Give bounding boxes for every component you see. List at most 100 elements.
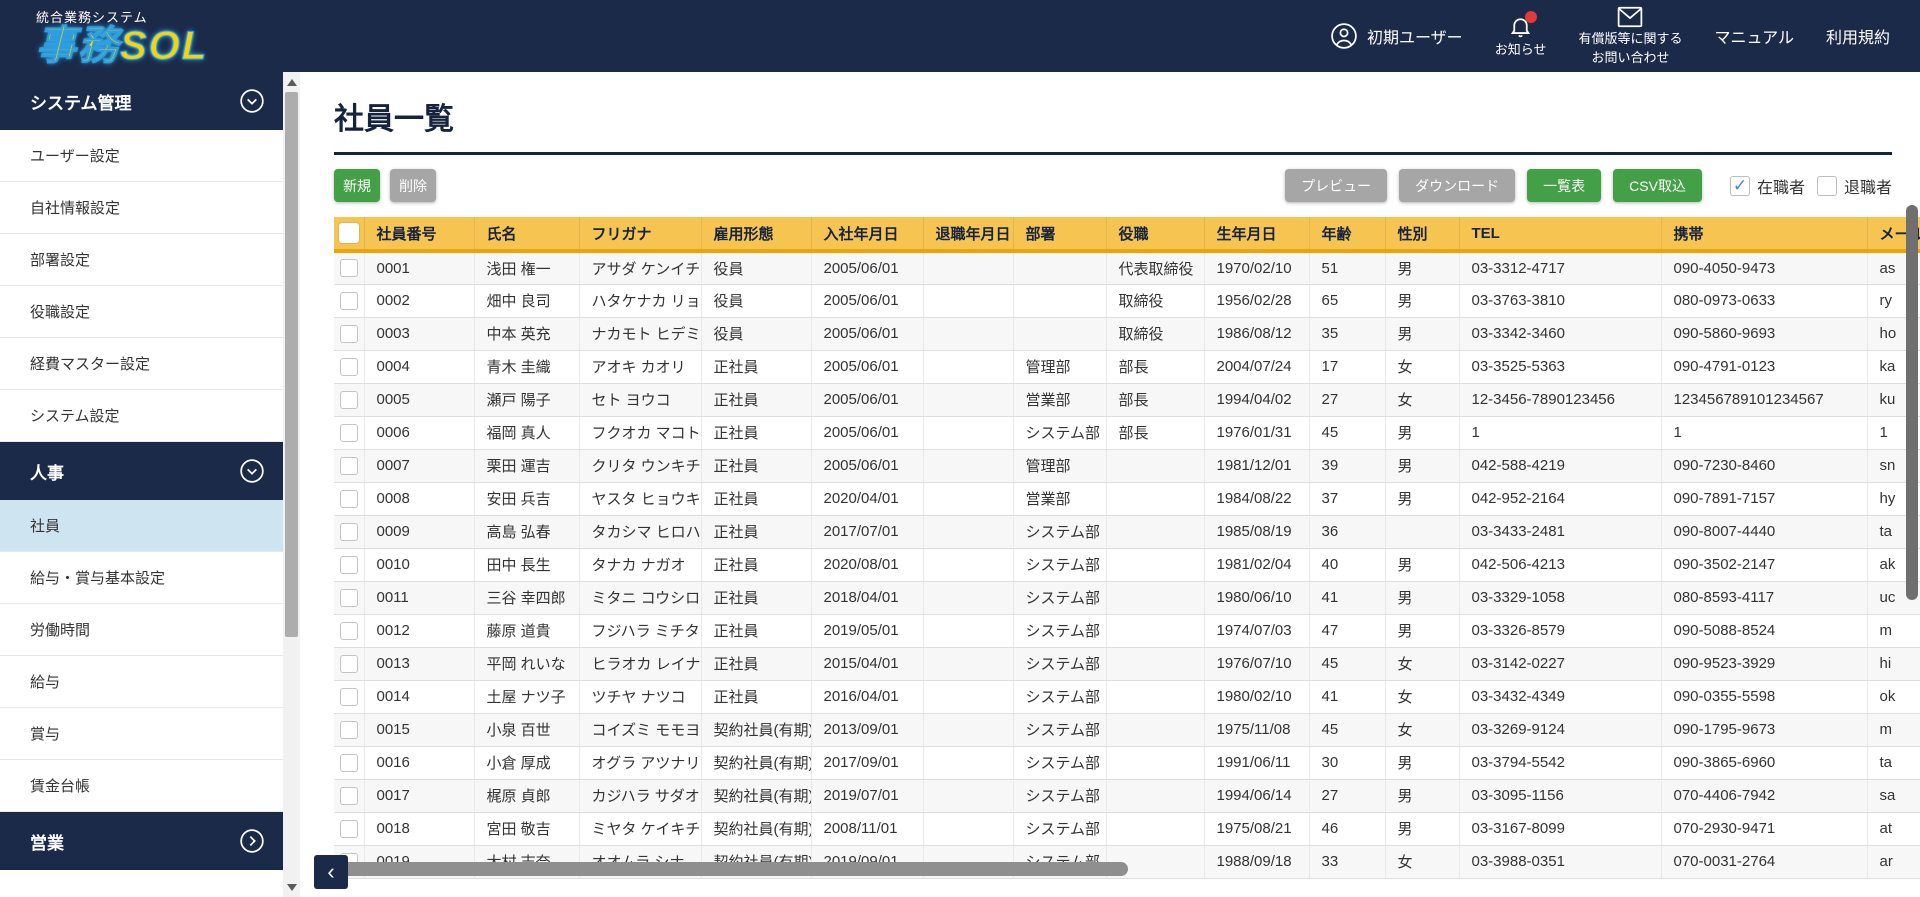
row-checkbox[interactable]: [339, 324, 358, 343]
sidebar-scrollbar-thumb[interactable]: [285, 92, 298, 637]
table-row[interactable]: 0014 土屋 ナツ子 ツチヤ ナツコ 正社員 2016/04/01 システム部 1980/…: [334, 680, 1920, 714]
row-checkbox[interactable]: [339, 423, 358, 442]
column-header[interactable]: フリガナ: [579, 217, 702, 253]
column-header[interactable]: 性別: [1385, 217, 1460, 253]
sidebar-item[interactable]: 自社情報設定: [0, 182, 283, 234]
table-cell: 2020/08/01: [811, 548, 924, 582]
sidebar-scrollbar[interactable]: [283, 72, 300, 897]
row-checkbox[interactable]: [339, 259, 358, 278]
row-checkbox[interactable]: [339, 687, 358, 706]
sidebar-item[interactable]: ユーザー設定: [0, 130, 283, 182]
delete-button[interactable]: 削除: [390, 169, 436, 202]
active-employee-filter[interactable]: 在職者: [1729, 174, 1805, 198]
row-checkbox[interactable]: [339, 357, 358, 376]
row-checkbox[interactable]: [339, 489, 358, 508]
row-checkbox[interactable]: [339, 621, 358, 640]
column-header[interactable]: 退職年月日: [923, 217, 1014, 253]
column-header[interactable]: TEL: [1459, 217, 1662, 253]
row-checkbox[interactable]: [339, 456, 358, 475]
sidebar-section-header[interactable]: 営業: [0, 812, 283, 870]
manual-link[interactable]: マニュアル: [1714, 24, 1794, 48]
scrollbar-up-arrow-icon[interactable]: [283, 74, 300, 90]
table-row[interactable]: 0003中本 英充ナカモト ヒデミツ役員2005/06/01 取締役1986/08…: [334, 317, 1920, 351]
row-checkbox[interactable]: [339, 390, 358, 409]
retired-filter-checkbox[interactable]: [1816, 175, 1837, 196]
contact-button[interactable]: 有償版等に関する お問い合わせ: [1578, 6, 1682, 67]
select-all-checkbox[interactable]: [337, 222, 360, 244]
sidebar-item[interactable]: 役職設定: [0, 286, 283, 338]
row-checkbox[interactable]: [339, 555, 358, 574]
sidebar-collapse-button[interactable]: ‹: [314, 855, 348, 889]
column-header[interactable]: 年齢: [1309, 217, 1386, 253]
row-checkbox[interactable]: [339, 753, 358, 772]
horizontal-scrollbar-thumb[interactable]: [336, 862, 1128, 876]
sidebar-item[interactable]: システム設定: [0, 390, 283, 442]
retired-employee-filter[interactable]: 退職者: [1816, 174, 1892, 198]
sidebar-item[interactable]: 部署設定: [0, 234, 283, 286]
sidebar-section-header[interactable]: 人事: [0, 442, 283, 500]
sidebar-item[interactable]: 経費マスター設定: [0, 338, 283, 390]
scrollbar-down-arrow-icon[interactable]: [283, 879, 300, 895]
table-row[interactable]: 0008安田 兵吉ヤスタ ヒョウキチ正社員2020/04/01 営業部 1984/0…: [334, 482, 1920, 516]
column-header[interactable]: 携帯: [1661, 217, 1868, 253]
table-row[interactable]: 0007 栗田 運吉 クリタ ウンキチ 正社員 2005/06/01 管理部 1981/12…: [334, 449, 1920, 483]
table-row[interactable]: 0002畑中 良司ハタケナカ リョウジ役員2005/06/01 取締役1956/0…: [334, 284, 1920, 318]
column-header[interactable]: 生年月日: [1204, 217, 1310, 253]
user-menu[interactable]: 初期ユーザー: [1330, 22, 1463, 50]
table-row[interactable]: 0004 青木 圭織 アオキ カオリ 正社員 2005/06/01 管理部 部長 2004/0…: [334, 350, 1920, 384]
preview-button[interactable]: プレビュー: [1285, 169, 1388, 202]
sidebar-item[interactable]: 賞与: [0, 708, 283, 760]
row-checkbox[interactable]: [339, 819, 358, 838]
column-header[interactable]: 氏名: [474, 217, 580, 253]
column-header[interactable]: 雇用形態: [701, 217, 812, 253]
sidebar-section-header[interactable]: システム管理: [0, 72, 283, 130]
table-scrollbar-thumb[interactable]: [1906, 205, 1918, 600]
sidebar-item[interactable]: 労働時間: [0, 604, 283, 656]
column-header[interactable]: 役職: [1106, 217, 1205, 253]
row-checkbox[interactable]: [339, 588, 358, 607]
list-button[interactable]: 一覧表: [1527, 169, 1602, 202]
row-checkbox[interactable]: [339, 720, 358, 739]
table-row[interactable]: 0005 瀬戸 陽子 セト ヨウコ 正社員 2005/06/01 営業部 部長 1994/04…: [334, 383, 1920, 417]
notifications-button[interactable]: お知らせ: [1494, 10, 1547, 58]
row-checkbox[interactable]: [339, 786, 358, 805]
table-cell: [1106, 482, 1205, 516]
table-row[interactable]: 0010 田中 長生 タナカ ナガオ 正社員 2020/08/01 システム部 1981/0…: [334, 548, 1920, 582]
user-name: 初期ユーザー: [1367, 30, 1463, 47]
row-checkbox[interactable]: [339, 291, 358, 310]
table-row[interactable]: 0001 浅田 権一 アサダ ケンイチ 役員 2005/06/01 代表取締役 1970/0…: [334, 251, 1920, 285]
table-row[interactable]: 0006 福岡 真人 フクオカ マコト 正社員 2005/06/01 システム部 部長 197…: [334, 416, 1920, 450]
table-cell: 取締役: [1106, 317, 1205, 351]
table-row[interactable]: 0016 小倉 厚成 オグラ アツナリ 契約社員(有期) 2017/09/01 システム部…: [334, 746, 1920, 780]
table-row[interactable]: 0012藤原 道貴フジハラ ミチタカ正社員2019/05/01 システム部 1974…: [334, 614, 1920, 648]
active-filter-checkbox[interactable]: [1729, 175, 1750, 196]
table-cell: [923, 449, 1014, 483]
sidebar-item[interactable]: 社員: [0, 500, 283, 552]
csv-import-button[interactable]: CSV取込: [1613, 169, 1702, 202]
notifications-label: お知らせ: [1494, 41, 1547, 57]
table-row[interactable]: 0018 宮田 敬吉 ミヤタ ケイキチ 契約社員(有期) 2008/11/01 システム部…: [334, 812, 1920, 846]
new-button[interactable]: 新規: [334, 169, 380, 202]
sidebar-item[interactable]: 給与・賞与基本設定: [0, 552, 283, 604]
column-header[interactable]: 入社年月日: [811, 217, 924, 253]
table-row[interactable]: 0011三谷 幸四郎ミタニ コウシロウ正社員2018/04/01 システム部 198…: [334, 581, 1920, 615]
table-cell: 070-0031-2764: [1661, 845, 1868, 879]
table-row[interactable]: 0015 小泉 百世 コイズミ モモヨ 契約社員(有期) 2013/09/01 システム部…: [334, 713, 1920, 747]
table-row[interactable]: 0017 梶原 貞郎 カジハラ サダオ 契約社員(有期) 2019/07/01 システム部…: [334, 779, 1920, 813]
table-cell: 女: [1385, 713, 1460, 747]
download-button[interactable]: ダウンロード: [1399, 169, 1516, 202]
user-icon: [1331, 23, 1357, 49]
row-checkbox[interactable]: [339, 522, 358, 541]
terms-link[interactable]: 利用規約: [1826, 24, 1890, 48]
row-checkbox[interactable]: [339, 654, 358, 673]
table-row[interactable]: 0009高島 弘春タカシマ ヒロハル正社員2017/07/01 システム部 1985…: [334, 515, 1920, 549]
table-row[interactable]: 0013 平岡 れいな ヒラオカ レイナ 正社員 2015/04/01 システム部 1976…: [334, 647, 1920, 681]
sidebar-item[interactable]: 賃金台帳: [0, 760, 283, 812]
app-logo[interactable]: 統合業務システム 事務SOL: [35, 0, 208, 72]
table-cell: 部長: [1106, 416, 1205, 450]
sidebar-item[interactable]: 給与: [0, 656, 283, 708]
column-header[interactable]: 部署: [1013, 217, 1107, 253]
column-header[interactable]: 社員番号: [364, 217, 475, 253]
select-all-header[interactable]: [334, 217, 365, 253]
table-cell: 女: [1385, 680, 1460, 714]
